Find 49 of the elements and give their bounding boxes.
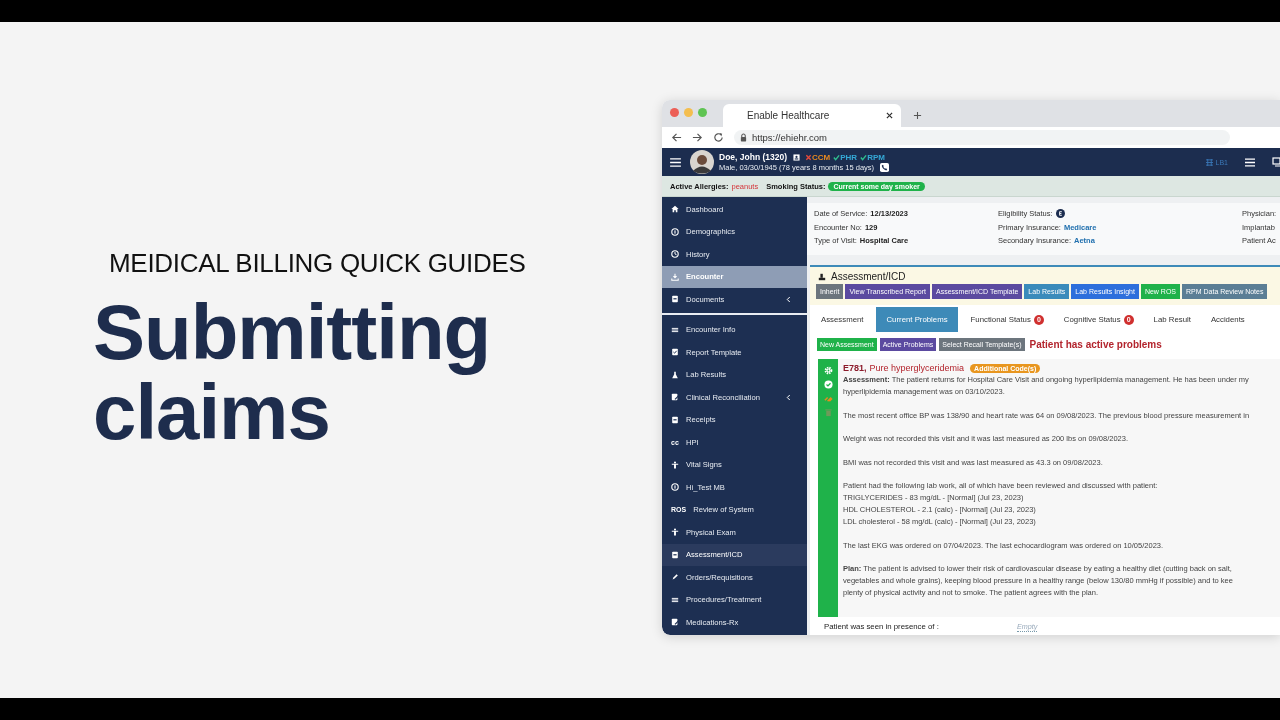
reload-icon[interactable]: [713, 132, 724, 143]
id-card-icon: [793, 153, 801, 161]
info-icon: [671, 227, 679, 236]
avatar: [690, 150, 714, 174]
clock-icon: [671, 250, 679, 259]
program-status: CCM: [805, 152, 831, 162]
close-icon[interactable]: [886, 112, 893, 119]
list-icon: [671, 325, 679, 334]
close-window-button[interactable]: [670, 108, 679, 117]
screen-icon[interactable]: [1272, 157, 1280, 167]
back-icon[interactable]: [671, 132, 682, 143]
document-icon: [671, 550, 679, 559]
edit-icon: [671, 618, 679, 627]
document-icon: [671, 415, 679, 424]
check-icon: [833, 153, 841, 161]
menu-icon[interactable]: [670, 157, 681, 167]
clipboard-icon: [671, 348, 679, 357]
forward-icon[interactable]: [692, 132, 703, 143]
pen-icon: [671, 573, 679, 582]
person-icon: [671, 460, 679, 469]
panel-title: Assessment/ICD: [831, 271, 906, 282]
lock-icon: [740, 133, 747, 142]
menu-icon[interactable]: [1245, 157, 1255, 167]
program-status: PHR: [833, 152, 858, 162]
program-status: RPM: [860, 152, 885, 162]
edit-icon: [671, 393, 679, 402]
alert-message: Patient has active problems: [1029, 339, 1162, 350]
diagnosis-name: Pure hyperglyceridemia: [869, 363, 965, 373]
list-icon: [671, 595, 679, 604]
grid-icon: [1205, 158, 1213, 166]
new-tab-icon[interactable]: [913, 111, 922, 120]
check-circle-icon[interactable]: [823, 380, 833, 389]
flask-icon: [671, 370, 679, 379]
patient-name: Doe, John (1320): [719, 152, 788, 162]
address-bar[interactable]: https://ehiehr.com: [734, 130, 1230, 145]
settings-icon[interactable]: [823, 366, 833, 375]
info-icon: [671, 483, 679, 492]
icd-code[interactable]: E781,: [843, 363, 867, 373]
home-icon: [671, 205, 679, 214]
status-icon: [1055, 209, 1065, 219]
document-icon: [671, 295, 679, 304]
browser-tab[interactable]: Enable Healthcare: [723, 104, 901, 127]
subtitle: MEIDICAL BILLING QUICK GUIDES: [109, 248, 527, 279]
person-icon: [671, 528, 679, 537]
tray-icon: [671, 272, 679, 281]
phone-icon[interactable]: [880, 163, 890, 172]
check-icon: [860, 153, 868, 161]
slide-title: Submitting claims: [93, 293, 492, 453]
cross-icon: [805, 153, 813, 161]
